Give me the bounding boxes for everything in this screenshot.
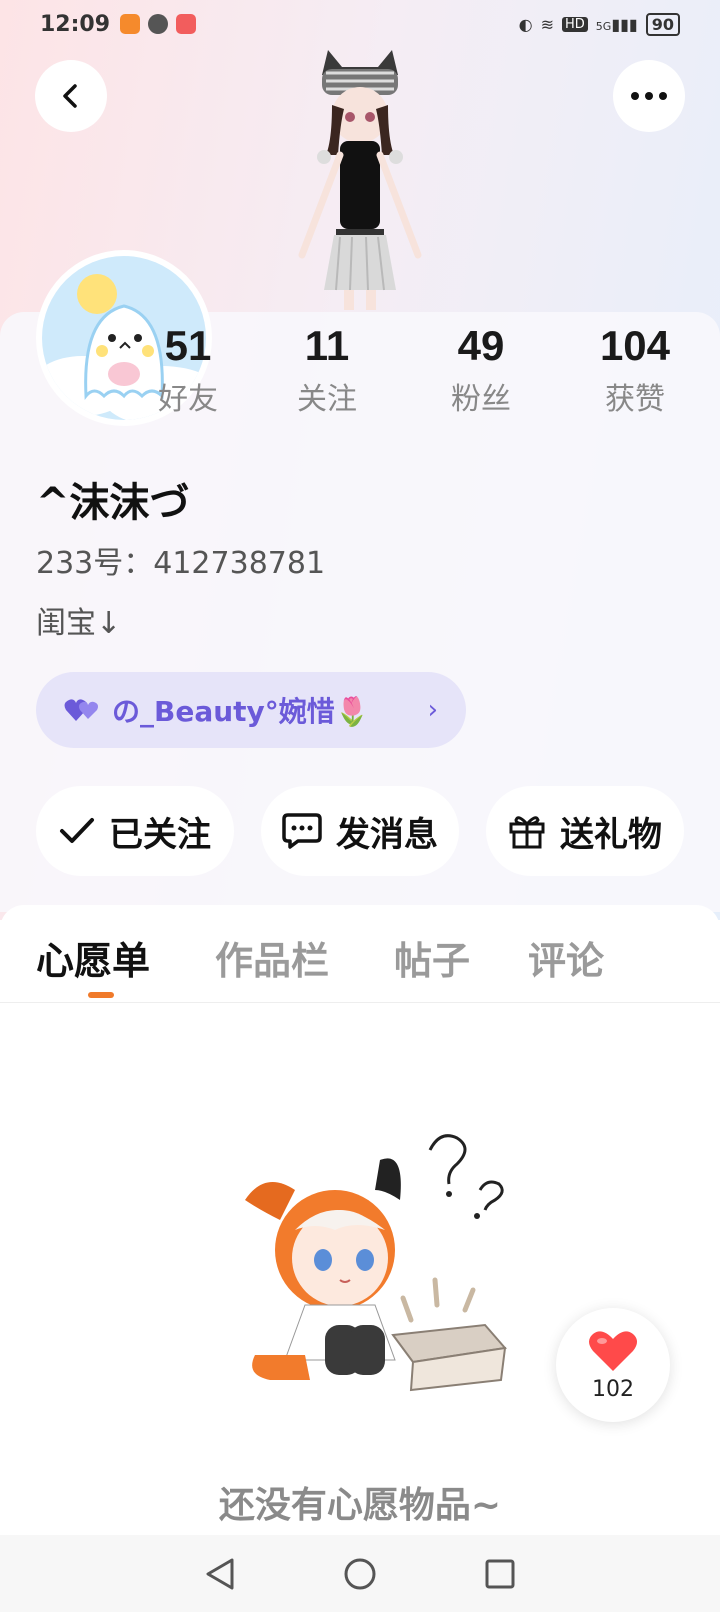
stat-label: 获赞 bbox=[605, 382, 665, 417]
status-bar: 12:09 ◐ ≋ HD 5G▮▮▮ 90 bbox=[0, 0, 720, 48]
stat-friends[interactable]: 51 好友 bbox=[123, 322, 253, 418]
stat-likes[interactable]: 104 获赞 bbox=[570, 322, 700, 418]
double-heart-icon bbox=[64, 699, 98, 721]
stat-label: 粉丝 bbox=[451, 382, 511, 417]
gift-button[interactable]: 送礼物 bbox=[486, 786, 684, 876]
nav-back-icon[interactable] bbox=[204, 1557, 236, 1591]
back-button[interactable] bbox=[35, 60, 107, 132]
avatar-character[interactable] bbox=[280, 45, 440, 310]
more-dots-icon bbox=[631, 92, 667, 100]
profile-stats: 51 好友 11 关注 49 粉丝 104 获赞 bbox=[0, 322, 720, 432]
message-icon bbox=[282, 813, 322, 849]
tab-comments[interactable]: 评论 bbox=[528, 930, 604, 985]
stat-following[interactable]: 11 关注 bbox=[262, 322, 392, 418]
user-id[interactable]: 233号：412738781 bbox=[36, 538, 325, 582]
stat-value: 51 bbox=[164, 322, 212, 369]
data-saver-icon: ◐ bbox=[518, 14, 533, 34]
nav-home-icon[interactable] bbox=[343, 1557, 377, 1591]
more-button[interactable] bbox=[613, 60, 685, 132]
message-label: 发消息 bbox=[336, 814, 438, 855]
empty-state-illustration bbox=[245, 1134, 507, 1392]
check-icon bbox=[60, 818, 94, 843]
gift-icon bbox=[509, 816, 545, 849]
username: ^沫沫づ bbox=[36, 480, 190, 526]
shop-notification-icon bbox=[176, 14, 197, 34]
tab-wishlist[interactable]: 心愿单 bbox=[36, 930, 150, 985]
battery-icon: 90 bbox=[645, 12, 680, 36]
stat-label: 关注 bbox=[297, 382, 357, 417]
tabs-divider bbox=[0, 1002, 720, 1003]
like-button[interactable]: 102 bbox=[556, 1308, 670, 1422]
tab-indicator bbox=[88, 992, 114, 998]
follow-label: 已关注 bbox=[109, 814, 211, 855]
app-notification-icon bbox=[120, 14, 141, 34]
follow-button[interactable]: 已关注 bbox=[36, 786, 234, 876]
chevron-right-icon: › bbox=[427, 695, 438, 725]
heart-icon bbox=[589, 1330, 637, 1371]
stat-value: 104 bbox=[599, 322, 671, 369]
chevron-left-icon bbox=[63, 84, 77, 108]
stat-value: 11 bbox=[304, 322, 350, 369]
partner-tag[interactable]: の_Beauty°婉惜🌷 › bbox=[36, 672, 466, 748]
hd-icon: HD bbox=[561, 16, 588, 32]
wifi-icon: ≋ bbox=[540, 14, 554, 34]
empty-state-text: 还没有心愿物品~ bbox=[218, 1485, 502, 1526]
tab-works[interactable]: 作品栏 bbox=[215, 930, 329, 985]
partner-name: の_Beauty°婉惜🌷 bbox=[112, 695, 370, 728]
gift-label: 送礼物 bbox=[560, 814, 662, 855]
system-nav-bar bbox=[0, 1535, 720, 1612]
stat-label: 好友 bbox=[158, 382, 218, 417]
message-button[interactable]: 发消息 bbox=[261, 786, 459, 876]
chat-notification-icon bbox=[148, 14, 169, 34]
nav-recents-icon[interactable] bbox=[484, 1558, 516, 1590]
stat-followers[interactable]: 49 粉丝 bbox=[416, 322, 546, 418]
stat-value: 49 bbox=[457, 322, 505, 369]
network-type: 5G bbox=[595, 19, 612, 33]
tab-posts[interactable]: 帖子 bbox=[394, 930, 470, 985]
like-count: 102 bbox=[592, 1376, 634, 1402]
user-bio: 闺宝↓ bbox=[36, 606, 122, 641]
signal-icon: 5G▮▮▮ bbox=[595, 14, 638, 34]
status-time: 12:09 bbox=[40, 11, 111, 37]
